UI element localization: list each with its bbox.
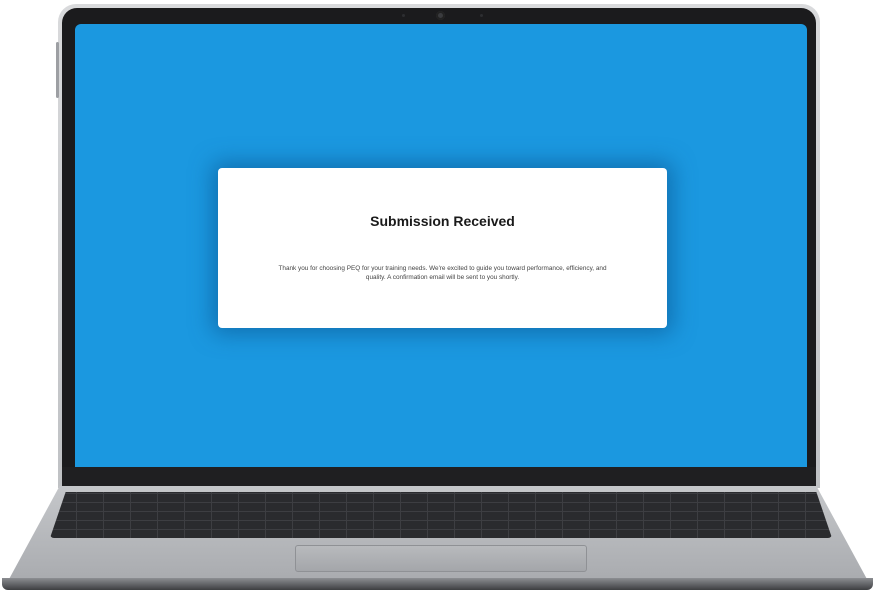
laptop-hinge [62,467,816,488]
sensor-dot-left [402,14,405,17]
submission-confirmation-dialog: Submission Received Thank you for choosi… [218,168,667,328]
sensor-dot-right [480,14,483,17]
dialog-title: Submission Received [370,213,515,229]
laptop-mockup: Submission Received Thank you for choosi… [0,0,875,590]
laptop-base-front-edge [2,578,873,590]
trackpad [295,545,587,572]
dialog-message: Thank you for choosing PEQ for your trai… [278,265,607,281]
laptop-side-edge [56,42,59,98]
keyboard [50,492,832,538]
webcam-icon [436,11,445,20]
